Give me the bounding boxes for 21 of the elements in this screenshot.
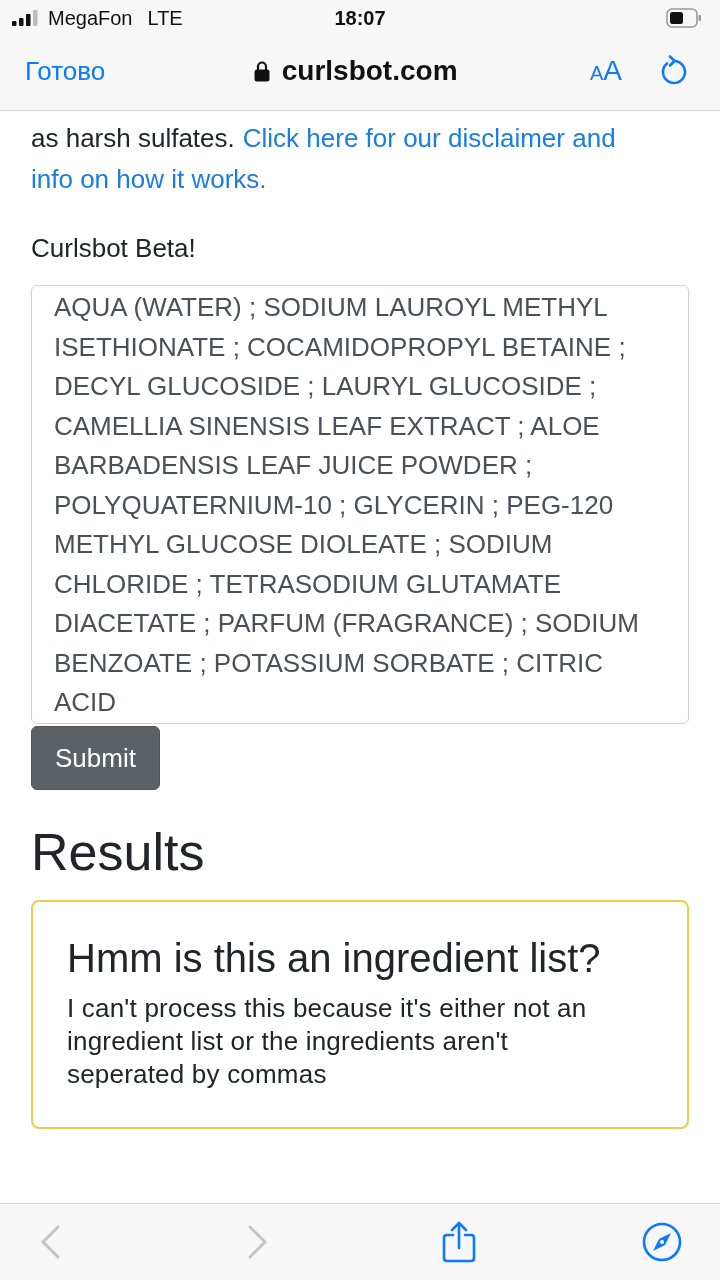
submit-button[interactable]: Submit [31,726,160,790]
signal-icon [12,10,38,26]
ingredients-textarea[interactable]: AQUA (WATER) ; SODIUM LAUROYL METHYL ISETHIONATE ; COCAMIDOPROPYL BETAINE ; DECYL GLUCOSIDE ; LAURYL GLUCOSIDE ; CAMELLIA SINENSIS LEAF EXTRACT ; ALOE BARBADENSIS LEAF JUICE POWDER ; POLYQUATERNIUM-10 ; GLYCERIN ; PEG-120 METHYL GLUCOSE DIOLEATE ; SODIUM CHLORIDE ; TETRASODIUM GLUTAMATE DIACETATE ; PARFUM (FRAGRANCE) ; SODIUM BENZOATE ; POTASSIUM SORBATE ; CITRIC ACID [31,285,689,724]
results-heading: Results [31,822,205,883]
alert-message: I can't process this because it's either not an ingredient list or the ingredients aren't seperated by commas [67,992,588,1091]
url-text[interactable]: curlsbot.com [281,57,458,85]
disclaimer-link[interactable]: info on how it works. [31,159,267,200]
form-label: Curlsbot Beta! [31,232,196,265]
carrier-name: MegaFon [48,6,133,31]
lock-icon [253,60,270,82]
done-button[interactable]: Готово [25,58,106,84]
compass-icon[interactable] [642,1222,682,1262]
network-type: LTE [147,6,183,31]
alert-title: Hmm is this an ingredient list? [67,935,601,981]
reload-icon[interactable] [660,55,688,87]
disclaimer-link[interactable]: Click here for our disclaimer and [242,118,616,159]
clock-time: 18:07 [334,6,386,31]
intro-text: as harsh sulfates. [31,122,235,155]
share-icon[interactable] [442,1221,476,1263]
battery-icon [666,8,702,28]
text-size-button[interactable]: AA [589,57,622,85]
